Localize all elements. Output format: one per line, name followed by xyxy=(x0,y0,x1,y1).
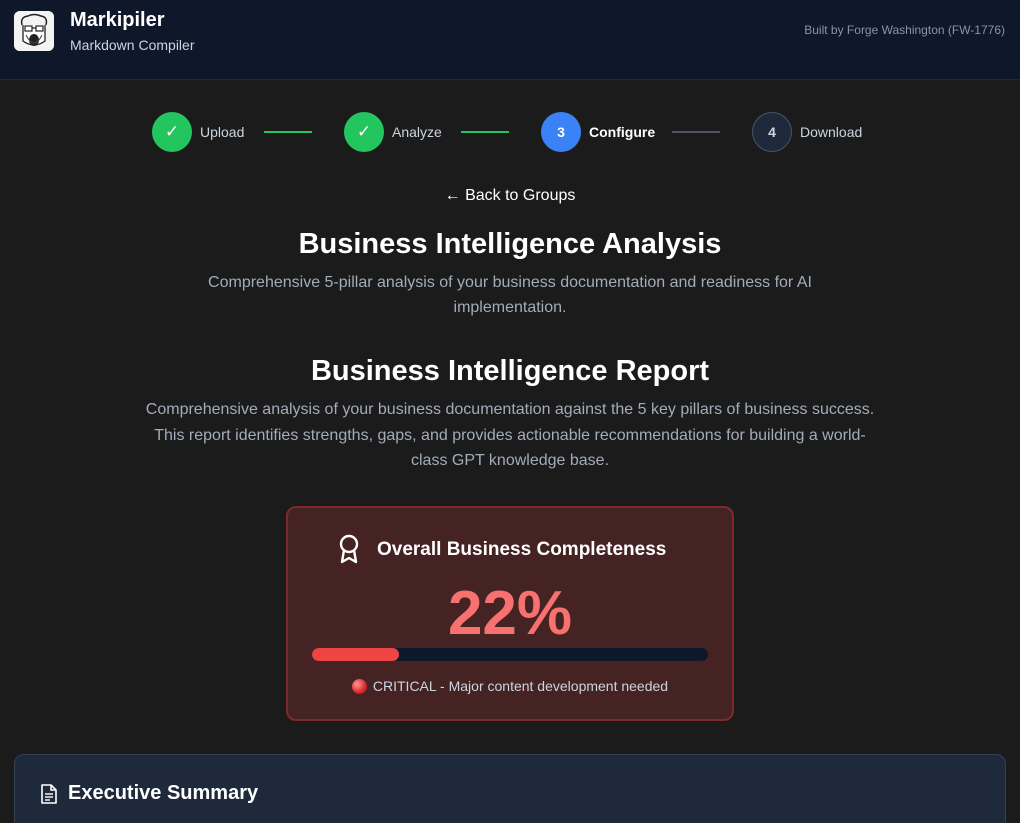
step-analyze-circle[interactable]: ✓ xyxy=(344,112,384,152)
step-connector-2 xyxy=(461,131,509,133)
step-upload-circle[interactable]: ✓ xyxy=(152,112,192,152)
step-configure-label[interactable]: Configure xyxy=(589,124,655,140)
back-to-groups-link[interactable]: ← Back to Groups xyxy=(0,187,1020,205)
built-by-credit: Built by Forge Washington (FW-1776) xyxy=(804,23,1005,37)
step-download-circle[interactable]: 4 xyxy=(752,112,792,152)
award-icon xyxy=(339,534,359,564)
step-analyze-label[interactable]: Analyze xyxy=(392,124,442,140)
step-download-label[interactable]: Download xyxy=(800,124,862,140)
completeness-progress-bar xyxy=(312,648,708,661)
completeness-score: 22% xyxy=(447,579,573,648)
status-text: CRITICAL - Major content development nee… xyxy=(372,678,669,694)
app-header: Markipiler Markdown Compiler Built by Fo… xyxy=(0,0,1020,80)
back-link-label[interactable]: ← Back to Groups xyxy=(445,187,576,204)
executive-summary-card: Executive Summary xyxy=(14,754,1006,823)
completeness-status: CRITICAL - Major content development nee… xyxy=(288,678,732,694)
completeness-card: Overall Business Completeness 22% CRITIC… xyxy=(286,506,734,721)
analysis-title: Business Intelligence Analysis xyxy=(298,228,722,260)
step-connector-1 xyxy=(264,131,312,133)
critical-status-dot-icon xyxy=(351,678,367,694)
app-name: Markipiler xyxy=(70,9,165,31)
step-upload-label[interactable]: Upload xyxy=(200,124,244,140)
report-description: Comprehensive analysis of your business … xyxy=(145,401,875,469)
step-connector-3 xyxy=(672,131,720,133)
app-subtitle: Markdown Compiler xyxy=(70,37,195,53)
report-title: Business Intelligence Report xyxy=(310,355,710,387)
document-icon xyxy=(41,784,57,804)
step-configure-circle[interactable]: 3 xyxy=(541,112,581,152)
executive-summary-title: Executive Summary xyxy=(68,782,259,804)
app-logo xyxy=(14,11,54,51)
completeness-progress-fill xyxy=(312,648,400,661)
analysis-description: Comprehensive 5-pillar analysis of your … xyxy=(208,274,812,316)
completeness-title: Overall Business Completeness xyxy=(377,539,667,560)
